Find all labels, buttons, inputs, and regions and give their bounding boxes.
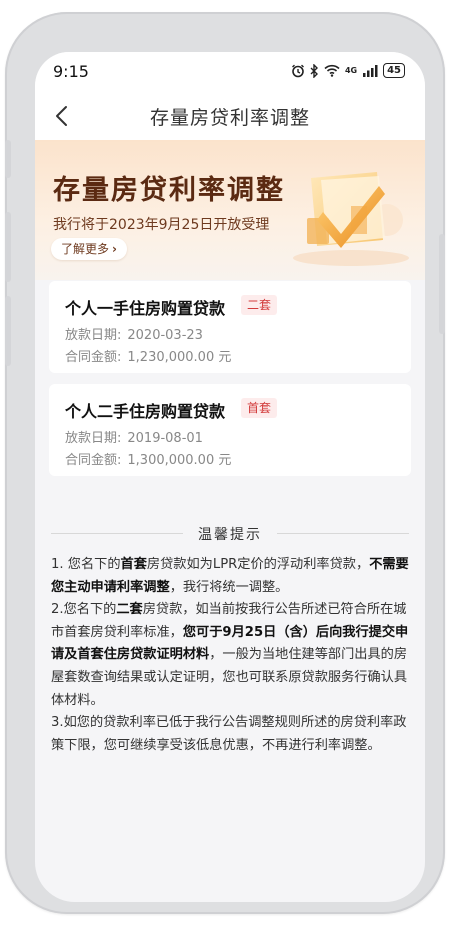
loan-title: 个人二手住房购置贷款 [65,402,226,421]
learn-more-label: 了解更多 [61,242,110,256]
page-title: 存量房贷利率调整 [149,107,310,129]
status-badge: 二套 [241,295,278,315]
tip-paragraph: 1. 您名下的首套房贷款如为LPR定价的浮动利率贷款，不需要您主动申请利率调整，… [51,554,411,599]
loan-amount-value: 1,230,000.00 元 [127,350,232,365]
loan-date-label: 放款日期: [65,431,122,446]
loan-date-row: 放款日期: 2019-08-01 [65,427,203,446]
loan-amount-label: 合同金额: [65,350,122,365]
promo-banner: 存量房贷利率调整 我行将于2023年9月25日开放受理 了解更多 › [35,140,425,280]
tip-text: 1. 您名下的 [51,557,121,572]
tip-paragraph: 3.如您的贷款利率已低于我行公告调整规则所述的房贷利率政策下限，您可继续享受该低… [51,715,407,753]
tip-text: 2.您名下的 [51,602,117,618]
loan-date-value: 2019-08-01 [127,431,203,446]
tip-text: 房贷款如为LPR定价的浮动利率贷款， [146,557,370,572]
nav-bar: 存量房贷利率调整 [35,92,425,140]
loan-amount-row: 合同金额: 1,230,000.00 元 [65,346,231,365]
status-badge: 首套 [241,398,278,418]
loan-amount-value: 1,300,000.00 元 [127,453,232,468]
document-check-illustration-icon [293,172,409,266]
volume-down-button [5,296,11,366]
learn-more-button[interactable]: 了解更多 › [51,238,127,260]
power-button [439,234,445,334]
signal-label: 4G [344,66,358,75]
divider [277,533,409,534]
banner-subtitle: 我行将于2023年9月25日开放受理 [53,217,270,233]
tip-emphasis: 二套 [116,602,143,618]
phone-frame: 9:15 4G 45 存量房贷利率调整 存量房贷利率调整 我行将于2023年9月… [5,12,445,914]
tips-header: 温馨提示 [35,522,425,546]
chevron-right-icon: › [112,242,117,256]
tip-paragraph: 2.您名下的二套房贷款，如当前按我行公告所述已符合所在城市首套房贷利率标准，您可… [51,599,411,712]
banner-title: 存量房贷利率调整 [53,175,285,206]
battery-indicator: 45 [383,63,405,78]
loan-card[interactable]: 个人二手住房购置贷款 首套 放款日期: 2019-08-01 合同金额: 1,300… [49,384,411,476]
status-icons: 4G 45 [291,63,405,78]
signal-icon [363,65,378,77]
loan-title: 个人一手住房购置贷款 [65,299,226,318]
status-time: 9:15 [53,62,89,81]
wifi-icon [324,64,340,77]
loan-card[interactable]: 个人一手住房购置贷款 二套 放款日期: 2020-03-23 合同金额: 1,230… [49,281,411,373]
bluetooth-icon [310,63,318,78]
tip-emphasis: 首套 [120,557,147,572]
status-bar: 9:15 4G 45 [35,52,425,92]
loan-amount-row: 合同金额: 1,300,000.00 元 [65,449,231,468]
loan-date-label: 放款日期: [65,328,122,343]
loan-date-value: 2020-03-23 [127,328,203,343]
screen: 9:15 4G 45 存量房贷利率调整 存量房贷利率调整 我行将于2023年9月… [35,52,425,902]
loan-amount-label: 合同金额: [65,453,122,468]
side-button [5,140,11,178]
alarm-icon [291,64,304,77]
tips-body: 1. 您名下的首套房贷款如为LPR定价的浮动利率贷款，不需要您主动申请利率调整，… [51,554,411,757]
tip-text: ，我行将统一调整。 [169,579,289,595]
tips-title: 温馨提示 [198,527,262,543]
loan-date-row: 放款日期: 2020-03-23 [65,324,203,343]
volume-up-button [5,212,11,282]
